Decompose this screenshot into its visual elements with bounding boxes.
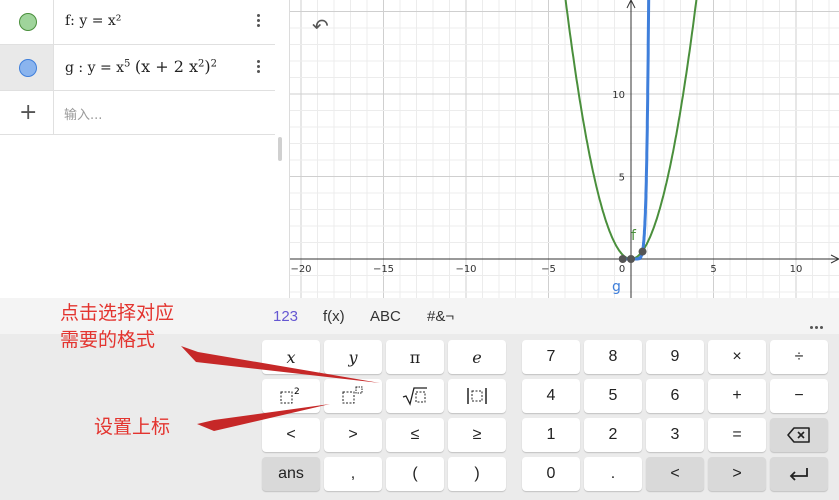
key-abs[interactable]	[448, 379, 506, 413]
key-minus[interactable]: −	[770, 379, 828, 413]
tab-symbols[interactable]: #&¬	[427, 308, 454, 325]
key-e[interactable]: e	[448, 340, 506, 374]
key-times[interactable]: ×	[708, 340, 766, 374]
x-tick-label: 5	[710, 264, 716, 275]
algebra-row-g[interactable]: g : y = x5 (x + 2 x2)2	[0, 45, 275, 91]
color-dot-g-icon[interactable]	[19, 59, 37, 77]
function-expr-g-paren: (x + 2 x	[134, 57, 198, 76]
key-0[interactable]: 0	[522, 457, 580, 491]
key-less-equal[interactable]: ≤	[386, 418, 444, 452]
key-power[interactable]	[324, 379, 382, 413]
add-marker: +	[0, 91, 54, 134]
intersection-point[interactable]	[638, 247, 647, 256]
keyboard-more-icon[interactable]	[808, 314, 823, 333]
key-right-paren[interactable]: )	[448, 457, 506, 491]
x-tick-label: 10	[790, 264, 803, 275]
key-greater-than[interactable]: >	[324, 418, 382, 452]
annotation-format-line1: 点击选择对应	[60, 302, 175, 324]
x-tick-label: −15	[373, 264, 394, 275]
algebra-input-row[interactable]: + 输入...	[0, 91, 275, 135]
annotation-format-line2: 需要的格式	[60, 329, 156, 351]
key-cursor-left[interactable]: <	[646, 457, 704, 491]
key-5[interactable]: 5	[584, 379, 642, 413]
x-tick-label: −5	[541, 264, 556, 275]
key-sqrt[interactable]	[386, 379, 444, 413]
function-name-f: f:	[65, 13, 75, 29]
key-6[interactable]: 6	[646, 379, 704, 413]
key-pi[interactable]: π	[386, 340, 444, 374]
function-expr-g-lhs: y = x	[87, 60, 125, 76]
key-decimal[interactable]: .	[584, 457, 642, 491]
y-tick-label: 5	[619, 173, 625, 184]
key-7[interactable]: 7	[522, 340, 580, 374]
algebra-panel: f: y = x² g : y = x5 (x + 2 x2)2 + 输入...	[0, 0, 290, 298]
curve-label-f: f	[631, 228, 637, 244]
algebra-input[interactable]: 输入...	[64, 104, 102, 123]
key-greater-equal[interactable]: ≥	[448, 418, 506, 452]
key-left-paren[interactable]: (	[386, 457, 444, 491]
key-equals[interactable]: =	[708, 418, 766, 452]
svg-text:2: 2	[294, 387, 300, 397]
key-comma[interactable]: ,	[324, 457, 382, 491]
more-options-g-icon[interactable]	[253, 58, 263, 75]
x-tick-label: −20	[290, 264, 311, 275]
key-1[interactable]: 1	[522, 418, 580, 452]
key-divide[interactable]: ÷	[770, 340, 828, 374]
annotation-superscript: 设置上标	[94, 416, 171, 438]
visibility-toggle-f[interactable]	[0, 0, 54, 44]
algebra-row-f[interactable]: f: y = x²	[0, 0, 275, 45]
more-options-f-icon[interactable]	[253, 12, 263, 29]
enter-icon	[789, 468, 808, 481]
key-x[interactable]: x	[262, 340, 320, 374]
function-expr-f: y = x²	[79, 13, 122, 29]
tab-123[interactable]: 123	[273, 308, 298, 325]
undo-icon[interactable]: ↶	[312, 16, 334, 36]
key-3[interactable]: 3	[646, 418, 704, 452]
key-4[interactable]: 4	[522, 379, 580, 413]
key-cursor-right[interactable]: >	[708, 457, 766, 491]
backspace-icon	[787, 427, 810, 443]
key-less-than[interactable]: <	[262, 418, 320, 452]
key-enter[interactable]	[770, 457, 828, 491]
plus-icon[interactable]: +	[19, 100, 37, 125]
tab-abc[interactable]: ABC	[370, 308, 401, 325]
sqrt-template-icon	[402, 387, 427, 406]
power-template-icon	[342, 386, 363, 404]
key-2[interactable]: 2	[584, 418, 642, 452]
key-backspace[interactable]	[770, 418, 828, 452]
key-8[interactable]: 8	[584, 340, 642, 374]
algebra-scrollbar[interactable]	[278, 137, 282, 161]
curve-g[interactable]	[620, 0, 651, 261]
abs-template-icon	[467, 388, 487, 404]
curve-label-g: g	[612, 279, 621, 295]
key-square[interactable]: 2	[262, 379, 320, 413]
key-y[interactable]: y	[324, 340, 382, 374]
visibility-toggle-g[interactable]	[0, 45, 54, 90]
key-9[interactable]: 9	[646, 340, 704, 374]
key-ans[interactable]: ans	[262, 457, 320, 491]
square-template-icon: 2	[280, 387, 300, 404]
x-tick-label: −10	[455, 264, 476, 275]
function-expr-g-exp1: 5	[124, 58, 131, 70]
intersection-point[interactable]	[627, 255, 635, 263]
function-name-g: g :	[65, 60, 84, 76]
tab-fx[interactable]: f(x)	[323, 308, 345, 325]
app-root: −20 −15 −10 −5 0 5 10 10 5 f g ↶ f: y = x² g : y…	[0, 0, 839, 500]
key-plus[interactable]: +	[708, 379, 766, 413]
y-tick-label: 10	[612, 90, 625, 101]
function-expr-g-exp3: 2	[210, 58, 217, 70]
x-tick-label: 0	[619, 264, 625, 275]
color-dot-f-icon[interactable]	[19, 13, 37, 31]
intersection-point[interactable]	[618, 255, 627, 263]
